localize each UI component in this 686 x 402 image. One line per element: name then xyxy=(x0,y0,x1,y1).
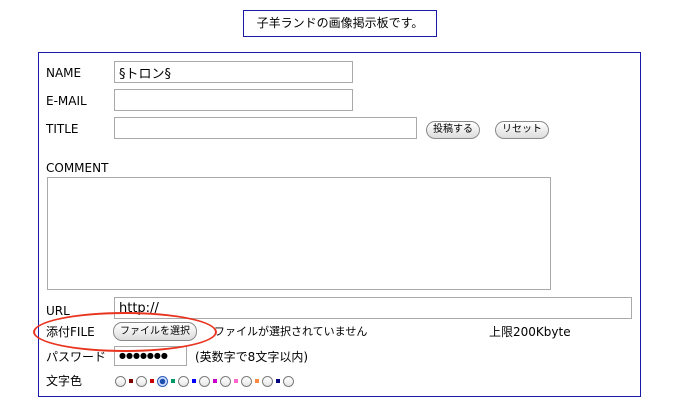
text-color-option[interactable] xyxy=(220,375,238,387)
color-swatch xyxy=(213,379,217,383)
submit-button[interactable]: 投稿する xyxy=(426,121,480,139)
text-color-option[interactable] xyxy=(262,375,280,387)
text-color-option[interactable] xyxy=(178,375,196,387)
password-hint: (英数字で8文字以内) xyxy=(195,350,308,364)
text-color-option[interactable] xyxy=(157,375,175,387)
text-color-radio[interactable] xyxy=(283,375,294,387)
text-color-radio[interactable] xyxy=(220,375,231,387)
page: 子羊ランドの画像掲示板です。 NAME E-MAIL TITLE 投稿する リセ… xyxy=(0,0,686,402)
password-label: パスワード xyxy=(46,350,107,364)
text-color-radio[interactable] xyxy=(262,375,273,387)
password-input[interactable]: ●●●●●●● xyxy=(114,346,187,366)
text-color-radio[interactable] xyxy=(199,375,210,387)
url-input[interactable] xyxy=(114,297,632,319)
board-title: 子羊ランドの画像掲示板です。 xyxy=(243,10,437,37)
file-label: 添付FILE xyxy=(46,325,95,339)
email-label: E-MAIL xyxy=(46,94,87,108)
email-input[interactable] xyxy=(114,89,353,111)
color-swatch xyxy=(171,379,175,383)
text-color-option[interactable] xyxy=(199,375,217,387)
color-swatch xyxy=(276,379,280,383)
color-swatch xyxy=(129,379,133,383)
color-swatch xyxy=(150,379,154,383)
text-color-radio[interactable] xyxy=(136,375,147,387)
title-label: TITLE xyxy=(46,122,79,136)
url-label: URL xyxy=(46,304,70,318)
text-color-option[interactable] xyxy=(241,375,259,387)
color-swatch xyxy=(234,379,238,383)
text-color-radio[interactable] xyxy=(157,375,168,387)
comment-label: COMMENT xyxy=(46,161,109,175)
color-swatch xyxy=(255,379,259,383)
text-color-radio[interactable] xyxy=(241,375,252,387)
text-color-option[interactable] xyxy=(115,375,133,387)
text-color-option[interactable] xyxy=(136,375,154,387)
text-color-option[interactable] xyxy=(283,375,294,387)
file-status: ファイルが選択されていません xyxy=(214,325,368,338)
comment-textarea[interactable] xyxy=(47,177,551,290)
file-size-limit: 上限200Kbyte xyxy=(489,325,571,339)
text-color-label: 文字色 xyxy=(46,374,83,388)
text-color-radio[interactable] xyxy=(178,375,189,387)
name-label: NAME xyxy=(46,66,82,80)
text-color-options xyxy=(115,374,297,388)
text-color-radio[interactable] xyxy=(115,375,126,387)
title-input[interactable] xyxy=(114,117,417,139)
reset-button[interactable]: リセット xyxy=(495,121,549,139)
name-input[interactable] xyxy=(114,61,353,83)
color-swatch xyxy=(192,379,196,383)
choose-file-button[interactable]: ファイルを選択 xyxy=(113,322,197,341)
